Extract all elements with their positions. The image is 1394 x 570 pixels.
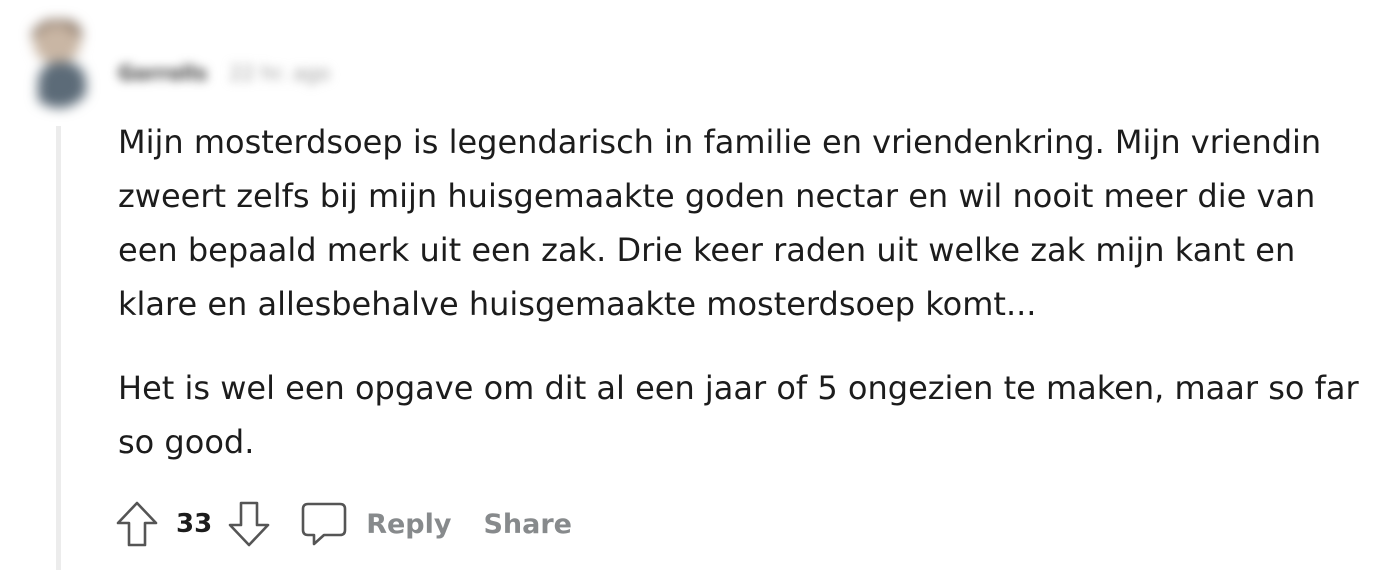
vote-score: 33 bbox=[176, 509, 213, 539]
share-button[interactable]: Share bbox=[483, 509, 572, 540]
comment: Gorrolls 22 hr. ago Mijn mosterdsoep is … bbox=[0, 0, 1394, 570]
comment-actions: 33 Reply Share bbox=[112, 496, 572, 552]
avatar[interactable] bbox=[22, 18, 96, 108]
arrow-down-outline-icon bbox=[228, 501, 270, 547]
comment-body: Mijn mosterdsoep is legendarisch in fami… bbox=[118, 115, 1374, 469]
speech-bubble-icon bbox=[301, 502, 347, 546]
comment-meta: Gorrolls 22 hr. ago bbox=[118, 58, 330, 88]
upvote-button[interactable] bbox=[112, 496, 162, 552]
author-name[interactable]: Gorrolls bbox=[118, 61, 207, 85]
thread-line[interactable] bbox=[56, 126, 61, 570]
downvote-button[interactable] bbox=[224, 496, 274, 552]
timestamp[interactable]: 22 hr. ago bbox=[229, 61, 330, 85]
comment-paragraph: Het is wel een opgave om dit al een jaar… bbox=[118, 369, 1359, 461]
reply-label: Reply bbox=[366, 508, 452, 540]
comment-paragraph: Mijn mosterdsoep is legendarisch in fami… bbox=[118, 123, 1322, 323]
arrow-up-outline-icon bbox=[116, 501, 158, 547]
reply-button[interactable]: Reply bbox=[300, 500, 451, 548]
